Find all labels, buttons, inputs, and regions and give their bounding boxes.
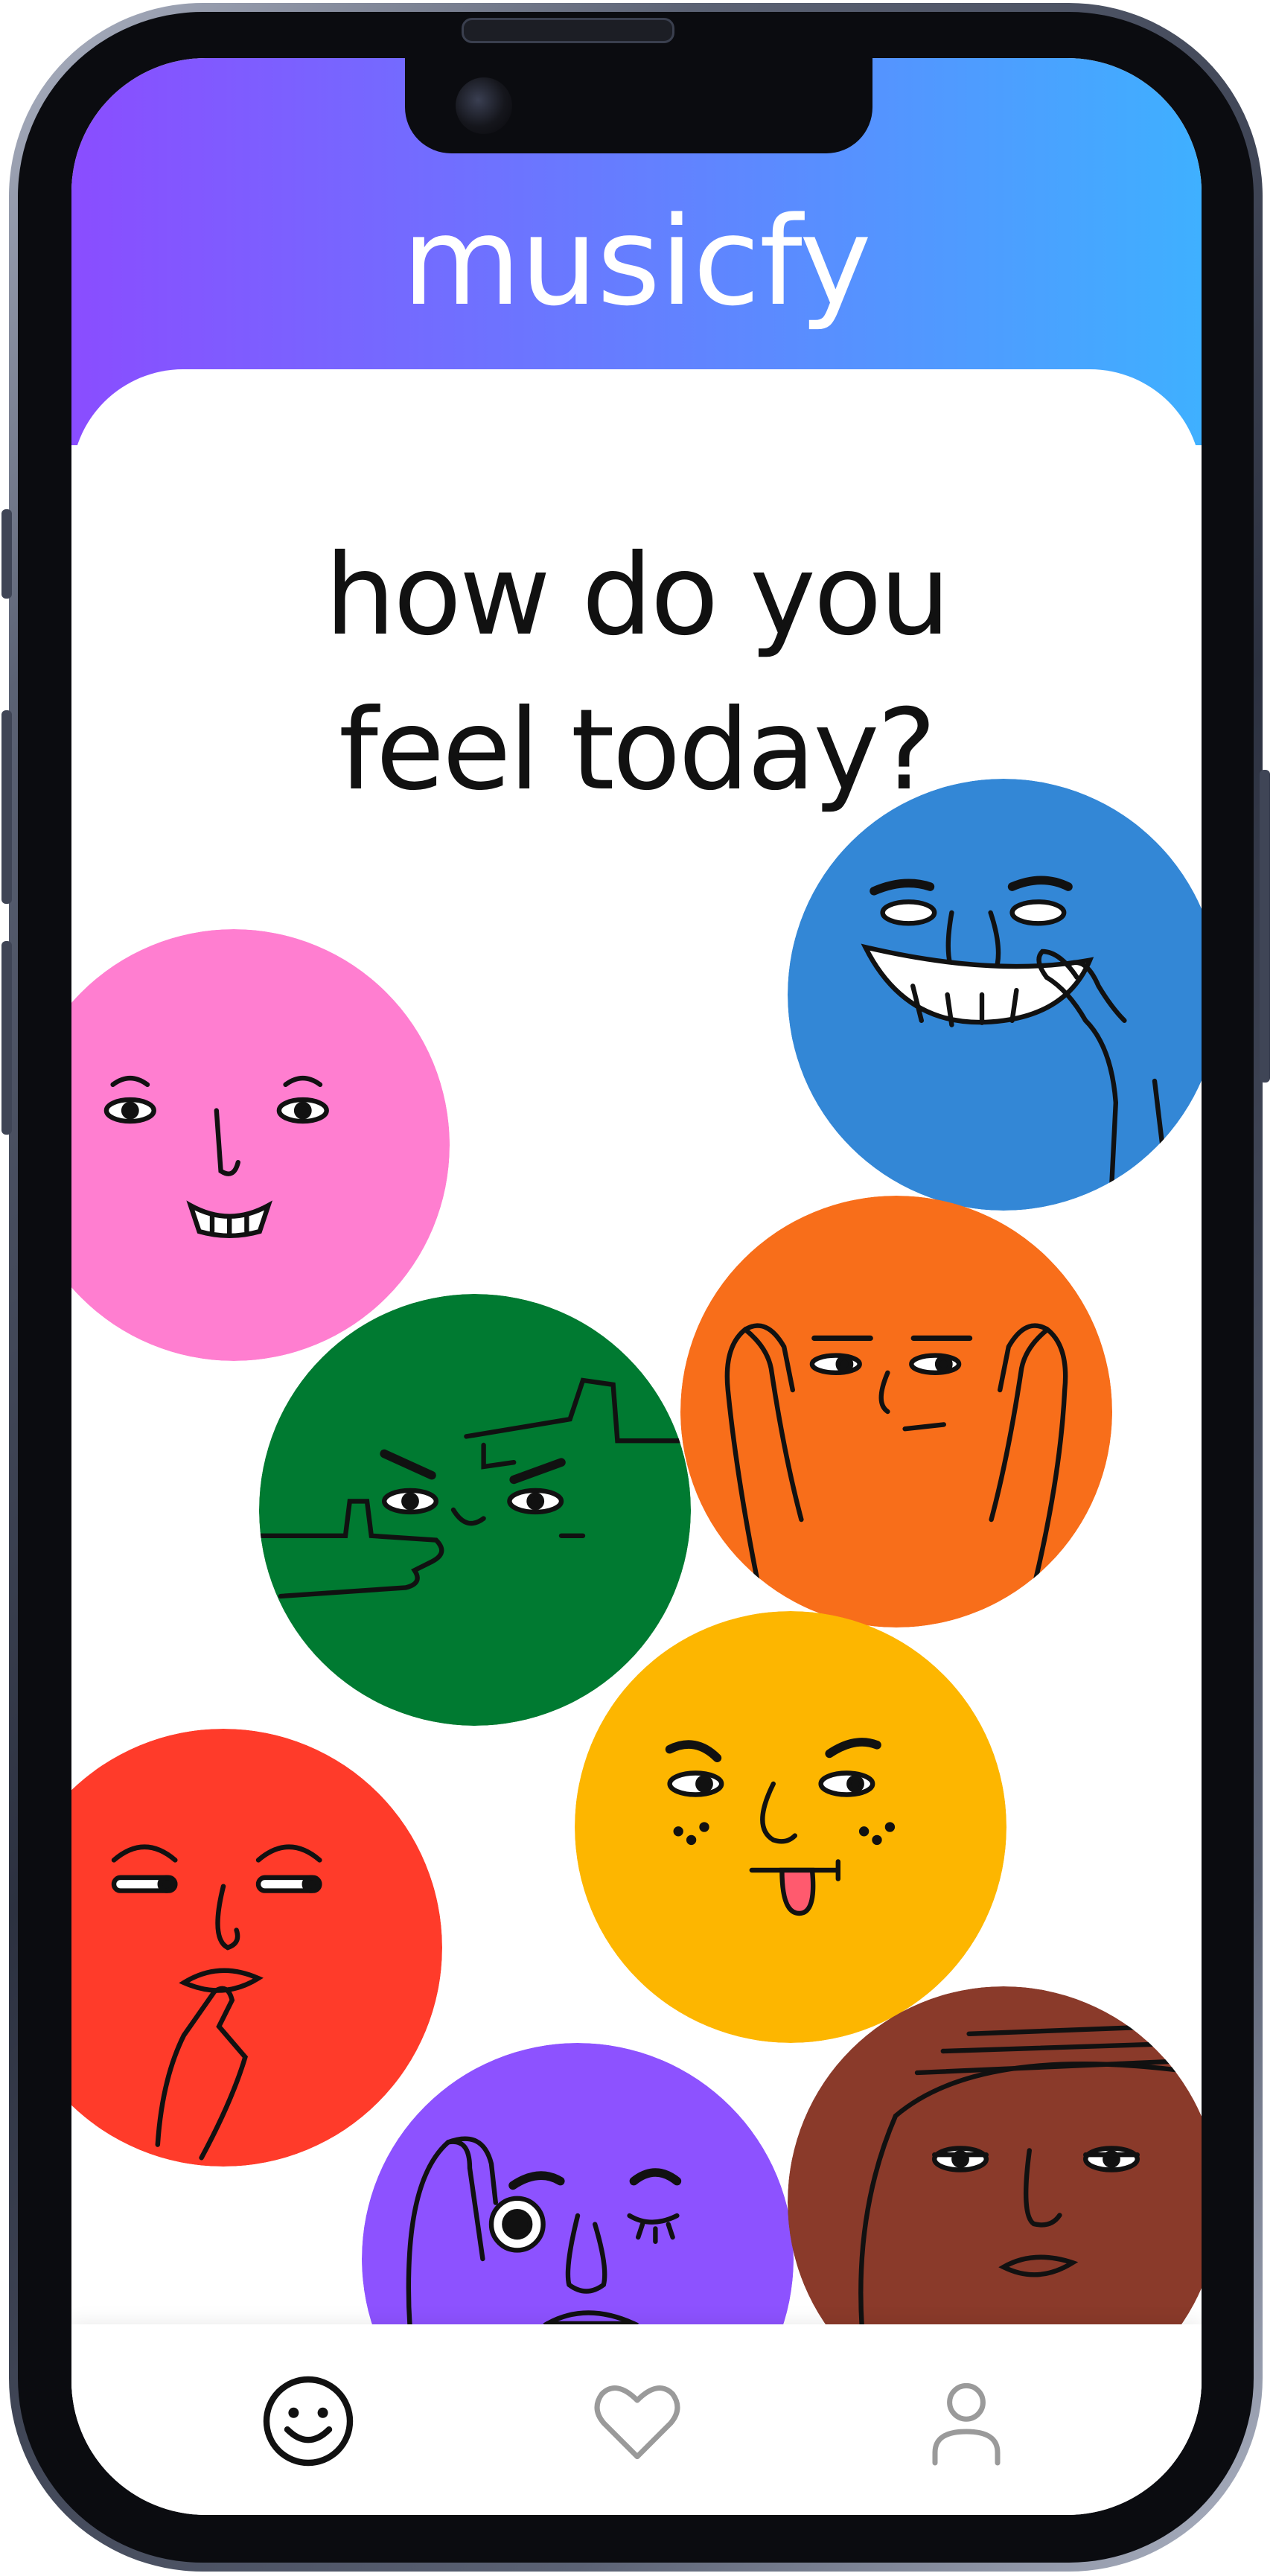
face-background [71, 1729, 442, 2167]
nav-favorites[interactable] [585, 2369, 689, 2473]
mood-face-shushing[interactable] [71, 1729, 442, 2167]
thinking-face-illustration [680, 1196, 1112, 1627]
notch [405, 58, 872, 153]
laughing-face-illustration [788, 779, 1202, 1211]
face-background [71, 929, 450, 1361]
phone-side-button [1, 509, 12, 599]
user-icon [932, 2382, 1001, 2466]
phone-speaker [462, 18, 674, 43]
screen: musicfy how do you feel today? [71, 58, 1202, 2515]
shushing-face-illustration [71, 1729, 442, 2167]
mood-face-smiling[interactable] [71, 929, 450, 1361]
phone-volume-down-button [1, 941, 12, 1135]
mood-face-cheeky[interactable] [575, 1611, 1006, 2043]
nav-mood[interactable] [256, 2369, 360, 2473]
pointing-face-illustration [259, 1294, 691, 1726]
mood-face-pointing[interactable] [259, 1294, 691, 1726]
bottom-nav [71, 2324, 1202, 2515]
face-background [575, 1611, 1006, 2043]
mood-grid [71, 58, 1202, 2515]
smiling-face-illustration [71, 929, 450, 1361]
face-background [680, 1196, 1112, 1627]
heart-icon [594, 2385, 680, 2460]
front-camera [456, 77, 512, 134]
phone-volume-up-button [1, 710, 12, 904]
smiley-icon [263, 2376, 354, 2467]
mood-face-thinking[interactable] [680, 1196, 1112, 1627]
cheeky-face-illustration [575, 1611, 1006, 2043]
face-background [259, 1294, 691, 1726]
mood-face-laughing[interactable] [788, 779, 1202, 1211]
nav-profile[interactable] [914, 2369, 1018, 2473]
phone-power-button [1260, 770, 1270, 1083]
